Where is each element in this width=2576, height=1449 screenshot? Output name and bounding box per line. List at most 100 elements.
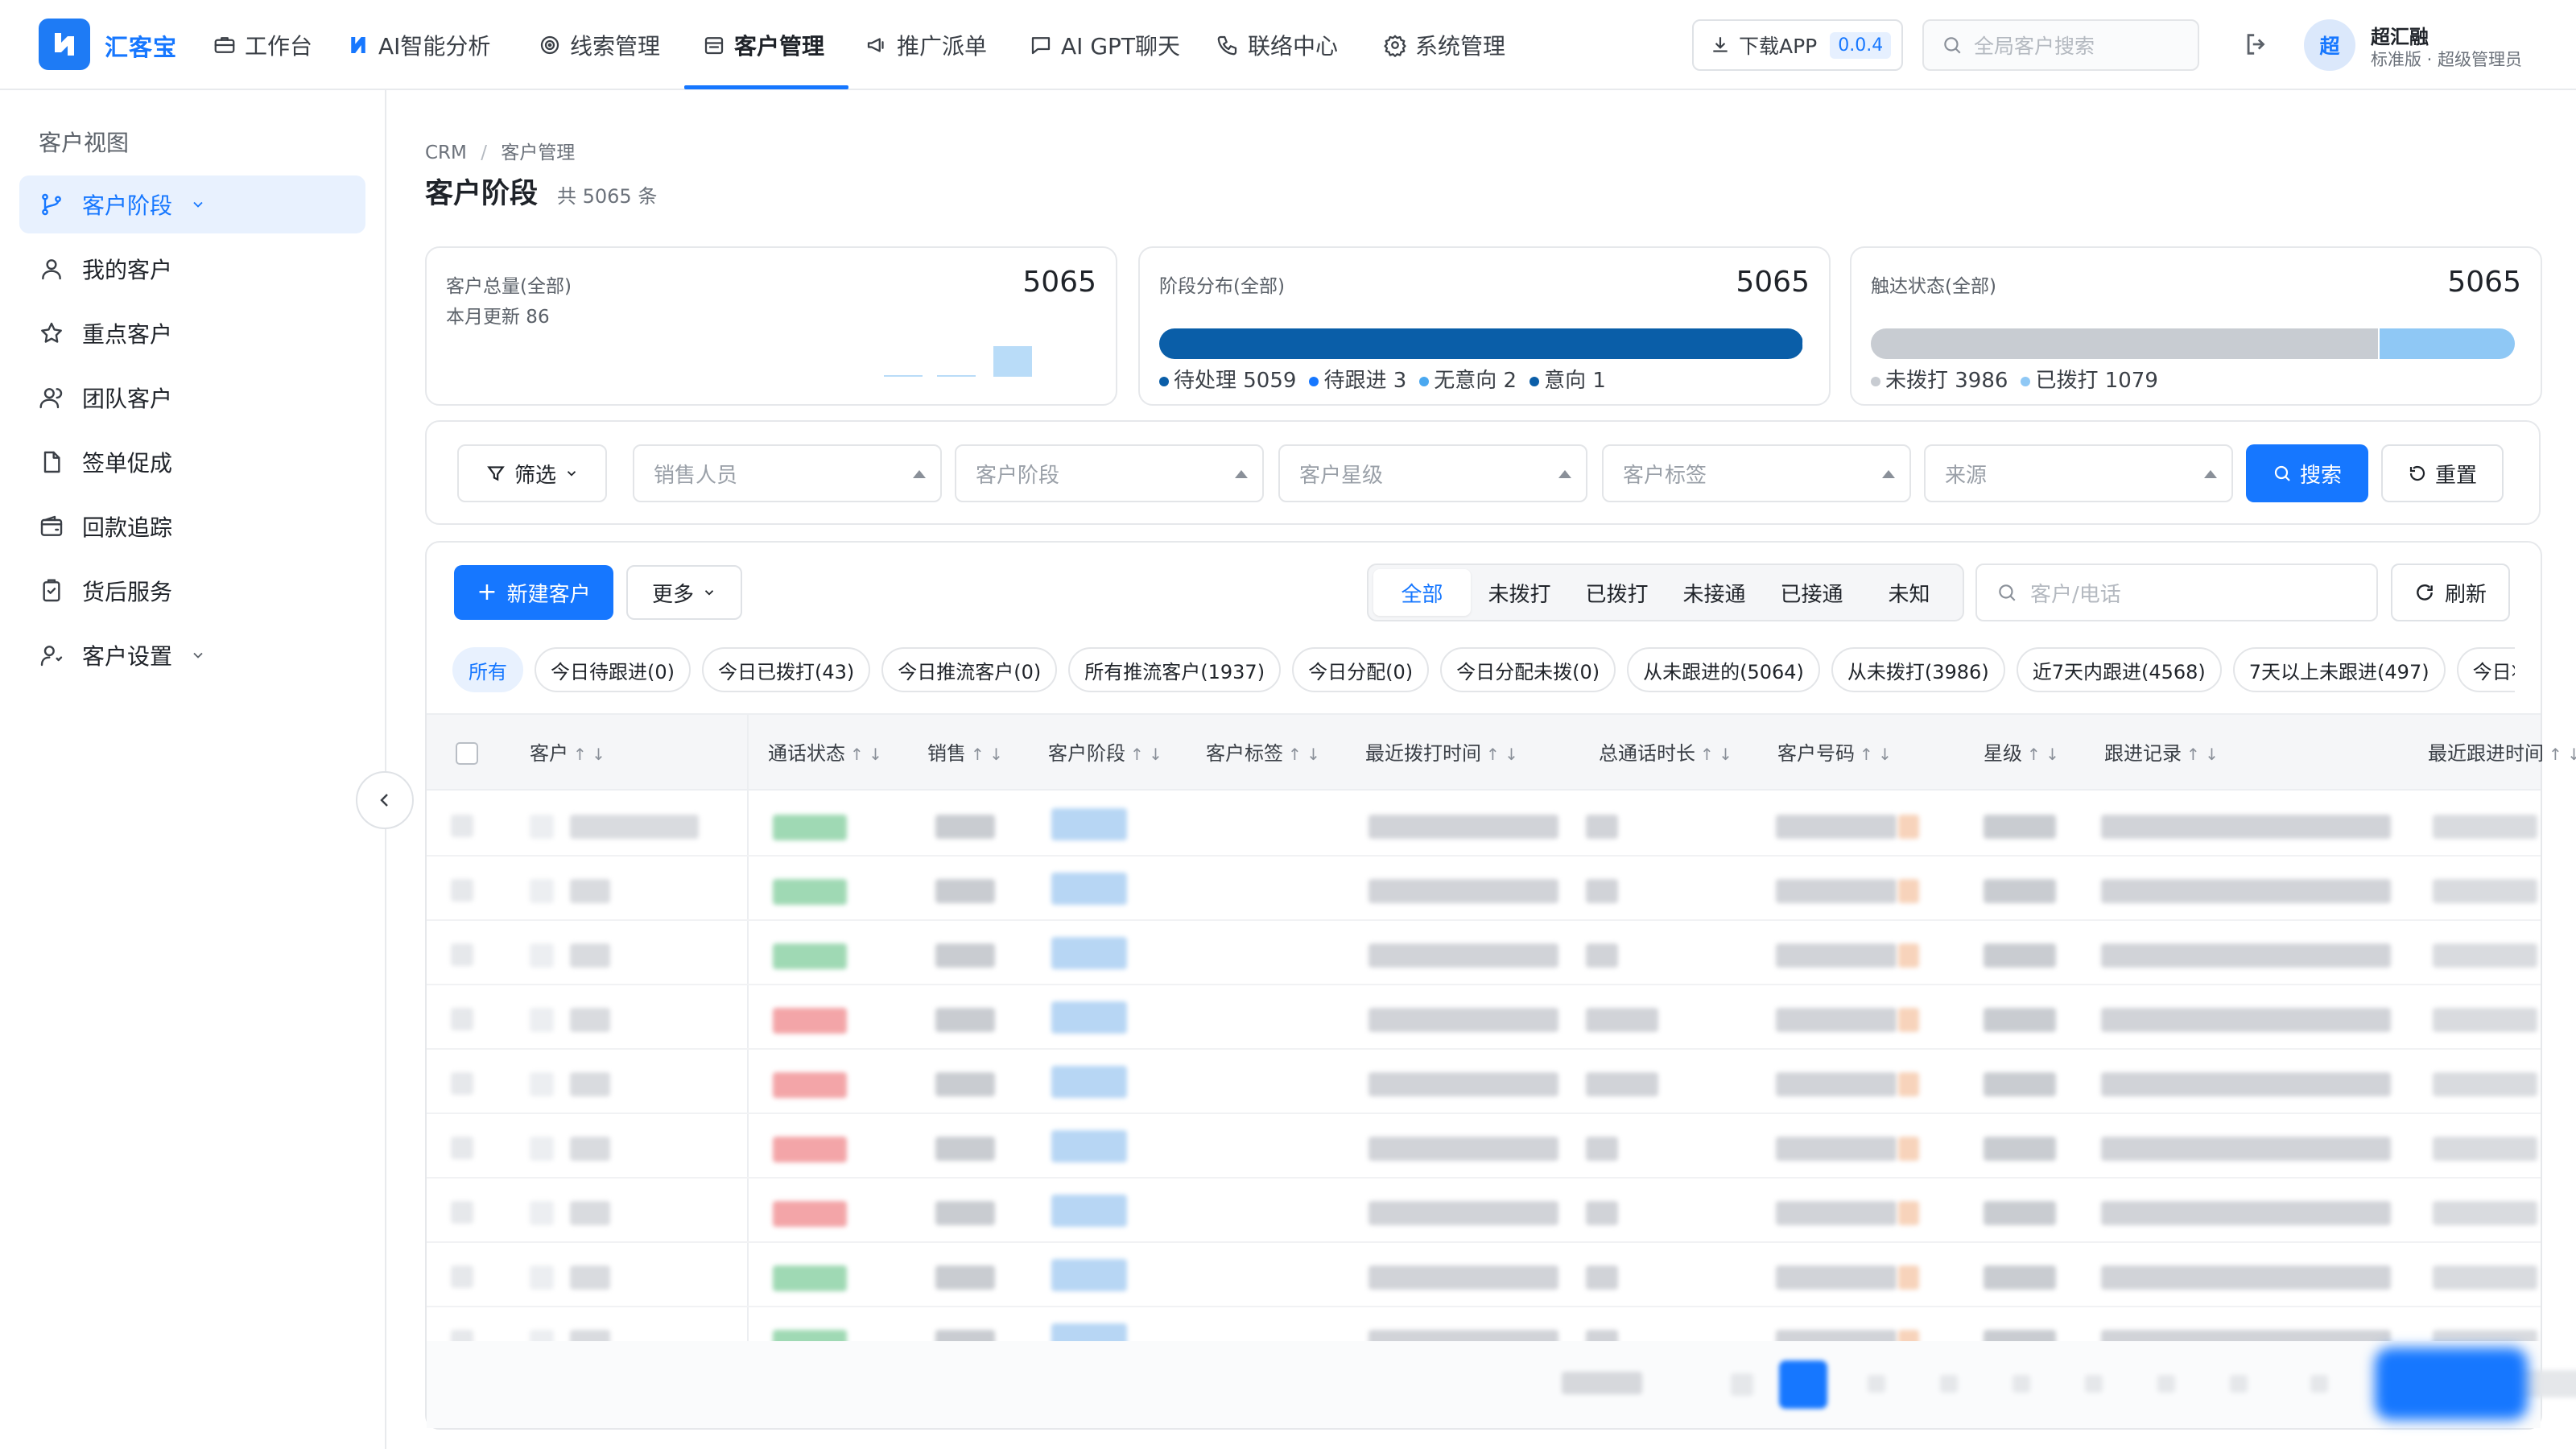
column-header[interactable]: 最近跟进时间 ↑ ↓: [2428, 737, 2576, 766]
sidebar-item[interactable]: 团队客户: [19, 369, 365, 427]
new-customer-button[interactable]: + 新建客户: [454, 565, 613, 620]
sidebar-collapse-button[interactable]: [356, 771, 414, 829]
pagination-prev[interactable]: [1731, 1373, 1753, 1396]
segment-item[interactable]: 全部: [1373, 569, 1471, 616]
quick-filter-chip[interactable]: 今日分配(0): [1292, 647, 1430, 692]
segment-item[interactable]: 已接通: [1763, 569, 1860, 616]
sort-icon[interactable]: ↑ ↓: [1486, 745, 1518, 764]
segment-item[interactable]: 未知: [1860, 569, 1958, 616]
sidebar-item[interactable]: 客户设置: [19, 626, 365, 684]
app-brand[interactable]: 汇客宝: [105, 29, 177, 63]
column-header[interactable]: 客户阶段 ↑ ↓: [1048, 737, 1162, 766]
more-dropdown-button[interactable]: 更多: [626, 565, 742, 620]
segment-item[interactable]: 已拨打: [1568, 569, 1666, 616]
nav-item[interactable]: AI GPT聊天: [1029, 0, 1180, 90]
select-all-checkbox[interactable]: [456, 742, 478, 765]
filter-select[interactable]: 客户阶段: [955, 444, 1264, 502]
column-header[interactable]: 客户标签 ↑ ↓: [1206, 737, 1320, 766]
pagination-page[interactable]: [2230, 1375, 2248, 1393]
quick-filter-chip[interactable]: 今日待跟进(0): [535, 647, 691, 692]
nav-item[interactable]: 线索管理: [538, 0, 660, 90]
sort-icon[interactable]: ↑ ↓: [1860, 745, 1892, 764]
table-row[interactable]: [427, 792, 2541, 857]
breadcrumb-item[interactable]: 客户管理: [501, 142, 575, 163]
filter-select[interactable]: 来源: [1924, 444, 2233, 502]
blurred-cell: [935, 879, 995, 903]
pagination-page-active[interactable]: [1779, 1360, 1827, 1409]
nav-item[interactable]: AI智能分析: [346, 0, 490, 90]
nav-item[interactable]: 工作台: [213, 0, 312, 90]
pagination-action-button[interactable]: [2375, 1348, 2528, 1420]
pagination-page[interactable]: [1868, 1375, 1885, 1393]
sidebar-item[interactable]: 重点客户: [19, 304, 365, 362]
sort-icon[interactable]: ↑ ↓: [1130, 745, 1162, 764]
customer-phone-search-input[interactable]: 客户/电话: [1975, 564, 2378, 621]
nav-item-label: 线索管理: [570, 33, 661, 60]
pagination-page[interactable]: [2085, 1375, 2103, 1393]
filter-search-button[interactable]: 搜索: [2246, 444, 2368, 502]
column-header[interactable]: 跟进记录 ↑ ↓: [2104, 737, 2219, 766]
filter-select[interactable]: 客户标签: [1602, 444, 1911, 502]
column-header[interactable]: 通话状态 ↑ ↓: [768, 737, 882, 766]
sort-icon[interactable]: ↑ ↓: [573, 745, 605, 764]
nav-item[interactable]: 推广派单: [865, 0, 987, 90]
quick-filter-chip[interactable]: 今日分配未拨(0): [1440, 647, 1616, 692]
quick-filter-chip[interactable]: 今日已拨打(43): [702, 647, 871, 692]
nav-item[interactable]: 系统管理: [1383, 0, 1505, 90]
quick-filter-chip[interactable]: 7天以上未跟进(497): [2232, 647, 2446, 692]
nav-item[interactable]: 客户管理: [702, 0, 824, 90]
pagination-next[interactable]: [2310, 1375, 2328, 1393]
blurred-cell: [570, 1201, 610, 1225]
table-row[interactable]: [427, 1050, 2541, 1114]
user-name[interactable]: 超汇融: [2371, 21, 2429, 49]
column-header[interactable]: 总通话时长 ↑ ↓: [1599, 737, 1732, 766]
breadcrumb-item[interactable]: CRM: [425, 142, 467, 163]
sort-icon[interactable]: ↑ ↓: [2186, 745, 2219, 764]
sort-icon[interactable]: ↑ ↓: [971, 745, 1003, 764]
filter-dropdown-button[interactable]: 筛选: [457, 444, 607, 502]
refresh-button[interactable]: 刷新: [2391, 564, 2510, 621]
quick-filter-chip[interactable]: 今日将回: [2456, 647, 2515, 692]
nav-item[interactable]: 联络中心: [1216, 0, 1338, 90]
sort-icon[interactable]: ↑ ↓: [850, 745, 882, 764]
column-header[interactable]: 客户 ↑ ↓: [530, 737, 605, 766]
pagination-page[interactable]: [2013, 1375, 2030, 1393]
pagination-page[interactable]: [1940, 1375, 1958, 1393]
table-row[interactable]: [427, 985, 2541, 1050]
table-row[interactable]: [427, 1114, 2541, 1179]
quick-filter-chip[interactable]: 近7天内跟进(4568): [2016, 647, 2222, 692]
sidebar-item[interactable]: 回款追踪: [19, 497, 365, 555]
table-row[interactable]: [427, 857, 2541, 921]
filter-reset-button[interactable]: 重置: [2381, 444, 2504, 502]
sidebar-item[interactable]: 货后服务: [19, 562, 365, 620]
column-header[interactable]: 销售 ↑ ↓: [927, 737, 1003, 766]
sort-icon[interactable]: ↑ ↓: [2549, 745, 2576, 764]
pagination-page[interactable]: [2157, 1375, 2175, 1393]
column-header[interactable]: 客户号码 ↑ ↓: [1777, 737, 1892, 766]
table-row[interactable]: [427, 921, 2541, 985]
quick-filter-chip[interactable]: 从未跟进的(5064): [1627, 647, 1820, 692]
app-logo-icon[interactable]: [39, 19, 90, 70]
segment-item[interactable]: 未接通: [1666, 569, 1763, 616]
column-header[interactable]: 星级 ↑ ↓: [1984, 737, 2059, 766]
filter-select[interactable]: 客户星级: [1278, 444, 1587, 502]
segment-item[interactable]: 未拨打: [1471, 569, 1568, 616]
quick-filter-chip[interactable]: 今日推流客户(0): [881, 647, 1058, 692]
table-row[interactable]: [427, 1243, 2541, 1307]
logout-icon[interactable]: [2243, 31, 2270, 61]
sort-icon[interactable]: ↑ ↓: [2027, 745, 2059, 764]
user-avatar[interactable]: 超: [2304, 19, 2355, 71]
quick-filter-chip[interactable]: 所有: [452, 647, 523, 692]
table-row[interactable]: [427, 1179, 2541, 1243]
column-header[interactable]: 最近拨打时间 ↑ ↓: [1365, 737, 1518, 766]
sidebar-item[interactable]: 客户阶段: [19, 175, 365, 233]
quick-filter-chip[interactable]: 所有推流客户(1937): [1068, 647, 1282, 692]
global-search-input[interactable]: 全局客户搜索: [1922, 19, 2199, 71]
download-app-button[interactable]: 下载APP 0.0.4: [1692, 19, 1903, 71]
filter-select[interactable]: 销售人员: [633, 444, 942, 502]
sort-icon[interactable]: ↑ ↓: [1288, 745, 1320, 764]
sidebar-item[interactable]: 我的客户: [19, 240, 365, 298]
sidebar-item[interactable]: 签单促成: [19, 433, 365, 491]
sort-icon[interactable]: ↑ ↓: [1700, 745, 1732, 764]
quick-filter-chip[interactable]: 从未拨打(3986): [1831, 647, 2005, 692]
